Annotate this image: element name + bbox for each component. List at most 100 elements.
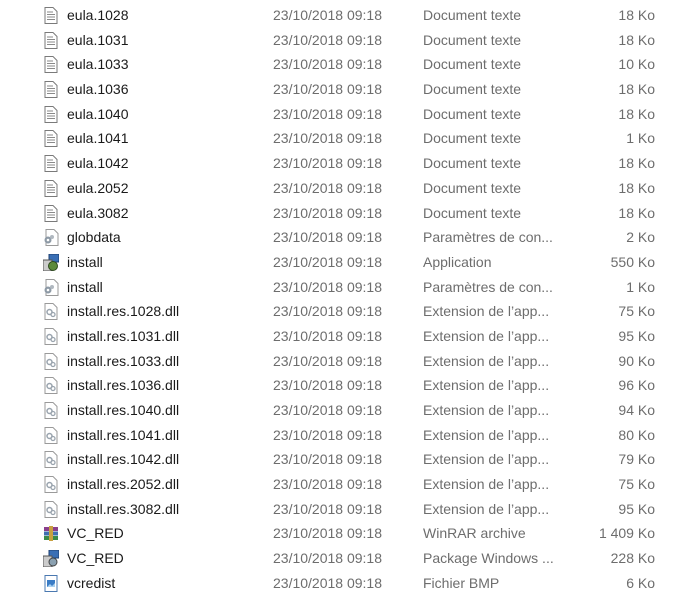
file-row[interactable]: eula.1040 23/10/2018 09:18 Document text… [0,102,700,127]
file-size: 10 Ko [618,56,655,73]
file-type: Document texte [423,31,522,48]
file-row[interactable]: install.res.1028.dll 23/10/2018 09:18 Ex… [0,299,700,324]
file-row[interactable]: eula.1036 23/10/2018 09:18 Document text… [0,77,700,102]
file-type: Application [423,253,492,270]
file-size: 75 Ko [618,476,655,493]
file-type: Document texte [423,155,522,172]
config-file-icon [43,278,59,296]
file-name: eula.1041 [67,130,129,147]
file-row[interactable]: install.res.2052.dll 23/10/2018 09:18 Ex… [0,472,700,497]
file-row[interactable]: eula.1028 23/10/2018 09:18 Document text… [0,3,700,28]
file-type: Extension de l’app... [423,377,550,394]
file-size: 18 Ko [618,81,655,98]
file-type: Extension de l’app... [423,352,550,369]
file-date: 23/10/2018 09:18 [273,500,382,517]
file-type: WinRAR archive [423,525,526,542]
file-row[interactable]: eula.1041 23/10/2018 09:18 Document text… [0,126,700,151]
file-row[interactable]: vcredist 23/10/2018 09:18 Fichier BMP 6 … [0,571,700,596]
file-name: eula.1033 [67,56,129,73]
file-name: vcredist [67,574,116,591]
file-date: 23/10/2018 09:18 [273,81,382,98]
file-type: Document texte [423,56,522,73]
file-row[interactable]: install 23/10/2018 09:18 Paramètres de c… [0,275,700,300]
file-name: install.res.1042.dll [67,451,180,468]
file-date: 23/10/2018 09:18 [273,105,382,122]
file-type: Extension de l’app... [423,402,550,418]
dll-file-icon [43,426,59,444]
file-size: 1 Ko [626,278,655,295]
file-row[interactable]: eula.3082 23/10/2018 09:18 Document text… [0,201,700,226]
file-name: install.res.1033.dll [67,352,180,369]
file-date: 23/10/2018 09:18 [273,155,382,172]
file-name: install.res.1028.dll [67,303,180,320]
file-date: 23/10/2018 09:18 [273,476,382,493]
windows-installer-package-icon [42,549,60,568]
file-type: Document texte [423,179,522,196]
text-file-icon [43,130,59,148]
dll-file-icon [43,377,59,395]
file-date: 23/10/2018 09:18 [273,303,382,320]
file-type: Document texte [423,130,522,147]
file-type: Extension de l’app... [423,500,550,517]
file-type: Extension de l’app... [423,327,550,344]
file-row[interactable]: VC_RED 23/10/2018 09:18 WinRAR archive 1… [0,521,700,546]
file-row[interactable]: install.res.1041.dll 23/10/2018 09:18 Ex… [0,423,700,448]
file-row[interactable]: eula.2052 23/10/2018 09:18 Document text… [0,176,700,201]
dll-file-icon [43,352,59,370]
file-date: 23/10/2018 09:18 [273,229,382,246]
file-name: eula.1040 [67,105,129,122]
file-name: globdata [67,229,121,246]
file-type: Extension de l’app... [423,303,550,320]
file-row[interactable]: install 23/10/2018 09:18 Application 550… [0,250,700,275]
file-list: eula.1028 23/10/2018 09:18 Document text… [0,3,700,596]
file-row[interactable]: install.res.1042.dll 23/10/2018 09:18 Ex… [0,447,700,472]
file-size: 550 Ko [610,253,655,270]
file-row[interactable]: install.res.1036.dll 23/10/2018 09:18 Ex… [0,373,700,398]
file-type: Document texte [423,7,522,23]
config-file-icon [43,229,59,247]
file-row[interactable]: install.res.3082.dll 23/10/2018 09:18 Ex… [0,497,700,522]
file-type: Fichier BMP [423,574,500,591]
file-row[interactable]: install.res.1031.dll 23/10/2018 09:18 Ex… [0,324,700,349]
file-size: 18 Ko [618,179,655,196]
file-name: VC_RED [67,525,124,542]
file-date: 23/10/2018 09:18 [273,7,382,23]
file-size: 2 Ko [626,229,655,246]
text-file-icon [43,56,59,74]
file-date: 23/10/2018 09:18 [273,377,382,394]
text-file-icon [43,31,59,49]
text-file-icon [43,7,59,24]
file-size: 90 Ko [618,352,655,369]
file-date: 23/10/2018 09:18 [273,426,382,443]
file-row[interactable]: install.res.1040.dll 23/10/2018 09:18 Ex… [0,398,700,423]
file-row[interactable]: install.res.1033.dll 23/10/2018 09:18 Ex… [0,349,700,374]
file-row[interactable]: eula.1042 23/10/2018 09:18 Document text… [0,151,700,176]
file-row[interactable]: VC_RED 23/10/2018 09:18 Package Windows … [0,546,700,571]
file-name: install [67,278,103,295]
file-row[interactable]: eula.1031 23/10/2018 09:18 Document text… [0,28,700,53]
file-type: Paramètres de con... [423,229,553,246]
file-row[interactable]: eula.1033 23/10/2018 09:18 Document text… [0,52,700,77]
file-date: 23/10/2018 09:18 [273,352,382,369]
file-type: Document texte [423,81,522,98]
file-name: eula.1031 [67,31,129,48]
file-size: 228 Ko [610,550,655,567]
file-type: Document texte [423,204,522,221]
file-date: 23/10/2018 09:18 [273,574,382,591]
file-size: 1 Ko [626,130,655,147]
file-name: eula.2052 [67,179,129,196]
file-name: install.res.1041.dll [67,426,180,443]
file-date: 23/10/2018 09:18 [273,253,382,270]
file-date: 23/10/2018 09:18 [273,31,382,48]
dll-file-icon [43,500,59,518]
file-date: 23/10/2018 09:18 [273,179,382,196]
file-date: 23/10/2018 09:18 [273,550,382,567]
file-date: 23/10/2018 09:18 [273,56,382,73]
file-name: eula.1042 [67,155,129,172]
file-date: 23/10/2018 09:18 [273,278,382,295]
text-file-icon [43,179,59,197]
file-name: eula.1036 [67,81,129,98]
file-row[interactable]: globdata 23/10/2018 09:18 Paramètres de … [0,225,700,250]
file-size: 94 Ko [618,402,655,418]
dll-file-icon [43,476,59,494]
